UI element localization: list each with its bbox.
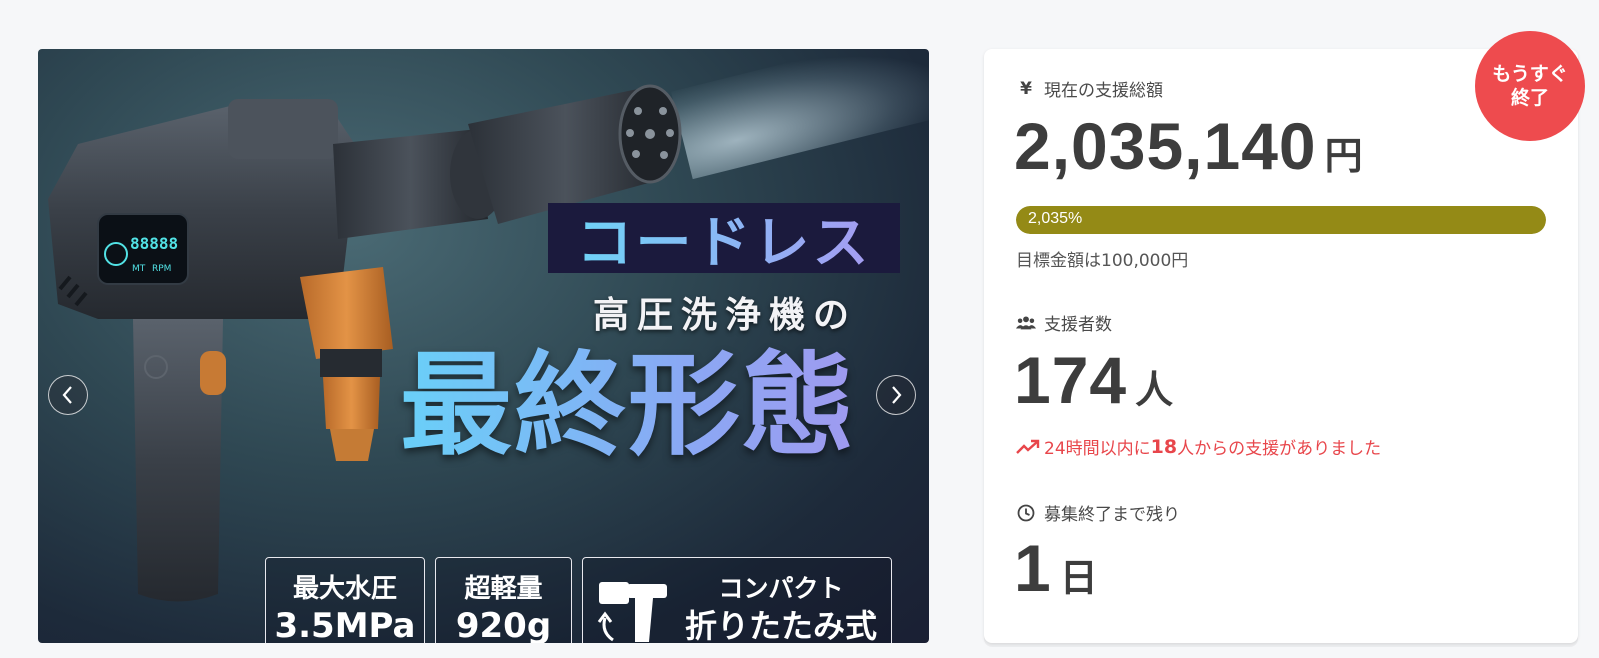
supporters-label: 支援者数 <box>1016 310 1112 335</box>
trend-up-icon <box>1016 439 1040 454</box>
feature-value: 920g <box>455 606 552 643</box>
total-amount-label: ¥ 現在の支援総額 <box>1016 76 1163 102</box>
total-amount: 2,035,140 円 <box>1014 108 1363 184</box>
hero-headline: 最終形態 <box>400 341 920 471</box>
product-image-carousel[interactable]: 88888 MT RPM コードレス 高圧洗浄機の 最終形態 最大水圧 3.5M… <box>38 49 929 643</box>
remaining-label-text: 募集終了まで残り <box>1044 505 1180 525</box>
chevron-left-icon <box>62 386 72 404</box>
feature-label: コンパクト <box>718 574 844 603</box>
feature-label: 最大水圧 <box>292 574 397 604</box>
recent-supporters-note: 24時間以内に 18 人からの支援がありました <box>1016 434 1381 459</box>
feature-max-pressure: 最大水圧 3.5MPa <box>265 557 425 643</box>
feature-foldable: コンパクト 折りたたみ式 <box>582 557 892 643</box>
recent-prefix: 24時間以内に <box>1044 439 1151 459</box>
recent-suffix: 人からの支援がありました <box>1177 439 1382 459</box>
progress-fill <box>1016 206 1546 234</box>
supporters-label-text: 支援者数 <box>1044 315 1112 335</box>
total-amount-value: 2,035,140 <box>1014 109 1317 183</box>
chevron-right-icon <box>892 386 902 404</box>
feature-value: 3.5MPa <box>274 606 416 643</box>
svg-text:RPM: RPM <box>152 264 171 274</box>
feature-value: 折りたたみ式 <box>685 607 878 643</box>
carousel-prev-button[interactable] <box>48 375 88 415</box>
ending-soon-badge: もうすぐ 終了 <box>1475 31 1585 141</box>
goal-amount: 目標金額は100,000円 <box>1016 251 1189 271</box>
feature-weight: 超軽量 920g <box>435 557 572 643</box>
svg-text:MT: MT <box>132 264 146 274</box>
funding-progress-bar: 2,035% <box>1016 206 1546 234</box>
hero-title-box: コードレス <box>548 203 900 276</box>
supporters-unit: 人 <box>1135 368 1174 412</box>
total-amount-unit: 円 <box>1324 134 1363 178</box>
hero-title: コードレス <box>577 198 872 279</box>
total-amount-label-text: 現在の支援総額 <box>1044 81 1163 101</box>
carousel-next-button[interactable] <box>876 375 916 415</box>
users-icon <box>1016 315 1036 331</box>
svg-text:88888: 88888 <box>130 234 178 253</box>
remaining-unit: 日 <box>1059 556 1098 600</box>
clock-icon <box>1016 504 1036 522</box>
feature-label: 超軽量 <box>464 574 543 604</box>
remaining-days: 1日 <box>1014 530 1098 606</box>
recent-count: 18 <box>1150 435 1178 458</box>
hero-subtitle: 高圧洗浄機の <box>593 295 858 336</box>
remaining-value: 1 <box>1014 531 1052 605</box>
folded-gun-icon <box>597 582 667 642</box>
progress-percent: 2,035% <box>1028 210 1083 227</box>
supporters-count: 174 人 <box>1014 342 1173 418</box>
supporters-value: 174 <box>1014 343 1128 417</box>
yen-icon: ¥ <box>1020 78 1032 99</box>
remaining-label: 募集終了まで残り <box>1016 500 1180 525</box>
